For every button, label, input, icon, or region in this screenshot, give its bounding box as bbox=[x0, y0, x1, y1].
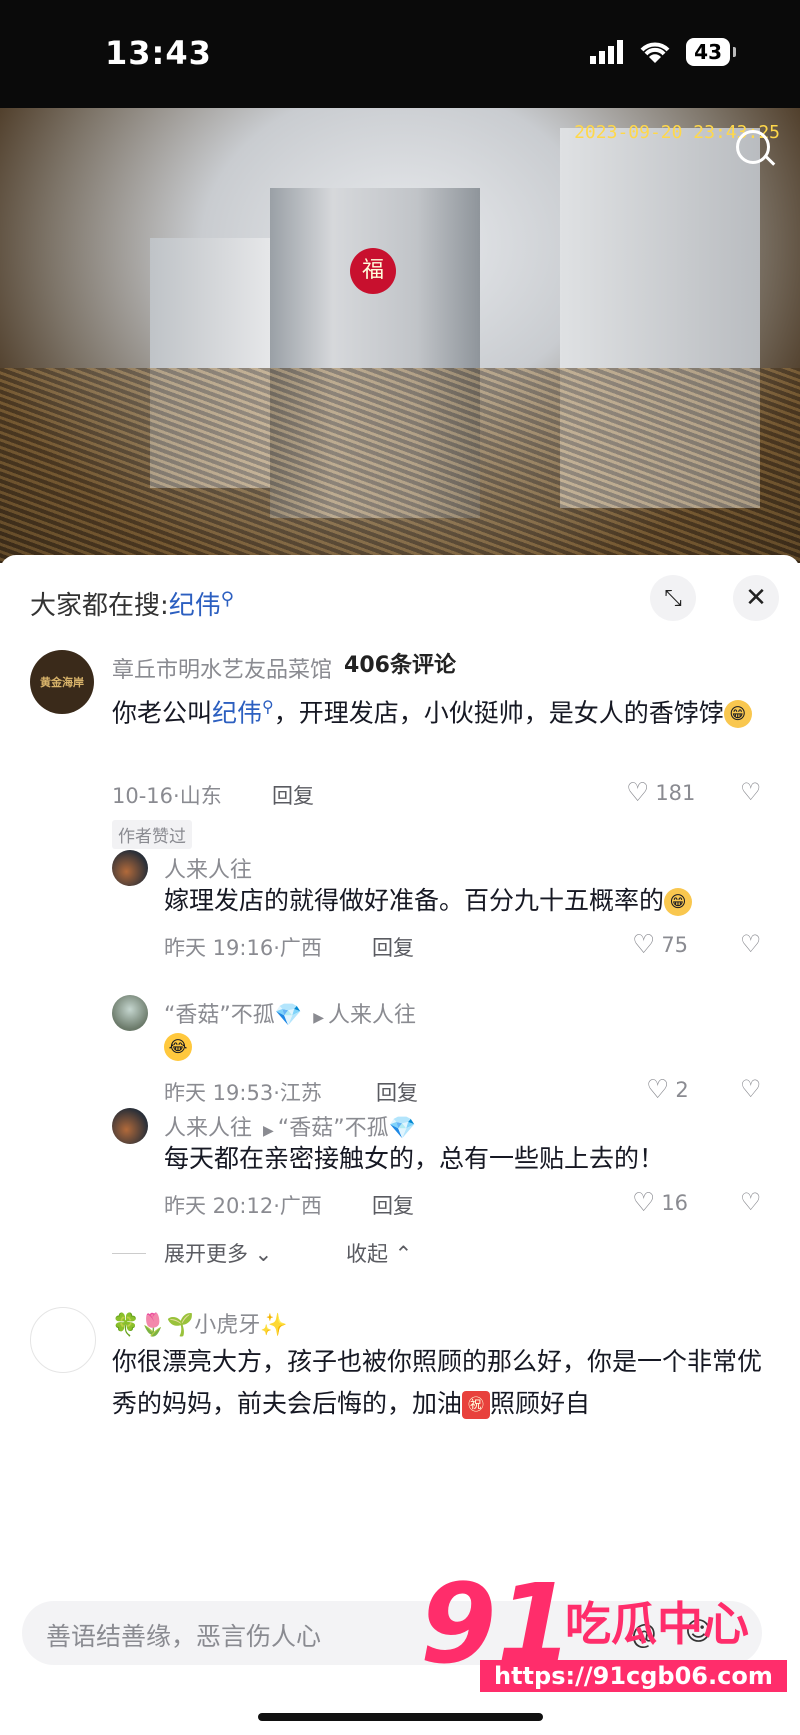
watermark-url: https://91cgb06.com bbox=[480, 1660, 787, 1692]
heart-icon: ♡ bbox=[632, 930, 656, 960]
reply-arrow-icon: ▶ bbox=[263, 1123, 274, 1139]
comment-sheet: 大家都在搜:纪伟⚲ ⤡ ✕ 406条评论 黄金海岸 章丘市明水艺友品菜馆 你老公… bbox=[0, 555, 800, 1735]
reply-text-part: 嫁理发店的就得做好准备。百分九十五概率的 bbox=[164, 886, 665, 915]
avatar[interactable] bbox=[112, 995, 148, 1031]
fu-decoration: 福 bbox=[350, 248, 396, 294]
like-button[interactable]: ♡ 16 bbox=[632, 1188, 688, 1218]
reply-button[interactable]: 回复 bbox=[272, 780, 314, 810]
expand-icon: ⤡ bbox=[664, 585, 682, 611]
search-small-icon: ⚲ bbox=[220, 588, 234, 610]
status-time: 13:43 bbox=[105, 34, 212, 72]
wifi-icon bbox=[640, 42, 670, 63]
reply-button[interactable]: 回复 bbox=[372, 932, 414, 962]
flower-icon: 🌷 bbox=[139, 1313, 167, 1338]
search-icon[interactable] bbox=[736, 130, 770, 164]
thread-divider bbox=[112, 1253, 146, 1254]
comment-text-part: ，开理发店，小伙挺帅，是女人的香饽饽 bbox=[273, 698, 724, 728]
status-bar: 13:43 43 bbox=[0, 0, 800, 108]
reply-text: 每天都在亲密接触女的，总有一些贴上去的！ bbox=[164, 1144, 665, 1173]
collapse-button[interactable]: 收起 ⌃ bbox=[346, 1238, 412, 1268]
dislike-icon[interactable]: ♡ bbox=[740, 778, 762, 806]
comment-author[interactable]: 小虎牙 bbox=[194, 1313, 260, 1338]
dislike-icon[interactable]: ♡ bbox=[740, 1188, 762, 1216]
avatar[interactable]: 黄金海岸 bbox=[30, 650, 94, 714]
comment-meta: 10-16·山东 bbox=[112, 784, 222, 808]
sparkle-icon: ✨ bbox=[260, 1313, 288, 1338]
comment-text: 你很漂亮大方，孩子也被你照顾的那么好，你是一个非常优秀的妈妈，前夫会后悔的，加油… bbox=[112, 1341, 762, 1425]
like-button[interactable]: ♡ 181 bbox=[626, 778, 695, 808]
avatar[interactable] bbox=[112, 850, 148, 886]
clover-icon: 🍀 bbox=[112, 1313, 140, 1338]
comment-keyword-link[interactable]: 纪伟 bbox=[212, 698, 262, 727]
comment-text-part: 照顾好自 bbox=[490, 1389, 591, 1418]
comment-text-part: 你老公叫 bbox=[112, 698, 213, 728]
battery-indicator: 43 bbox=[686, 38, 736, 66]
red-envelope-emoji-icon: ㊗ bbox=[462, 1391, 491, 1419]
video-scene-straw bbox=[0, 368, 800, 563]
status-icons: 43 bbox=[590, 38, 736, 66]
reply-meta: 昨天 19:16·广西 bbox=[164, 936, 322, 960]
chevron-up-icon: ⌃ bbox=[388, 1242, 413, 1266]
hot-search-prefix: 大家都在搜: bbox=[30, 591, 169, 621]
expand-button[interactable]: ⤡ bbox=[650, 575, 696, 621]
like-count: 181 bbox=[655, 781, 696, 805]
reply-text: 😂 bbox=[164, 1025, 192, 1067]
comment-header: 🍀🌷🌱小虎牙✨ bbox=[112, 1307, 288, 1339]
like-button[interactable]: ♡ 75 bbox=[632, 930, 688, 960]
reply-arrow-icon: ▶ bbox=[313, 1010, 324, 1026]
dislike-icon[interactable]: ♡ bbox=[740, 930, 762, 958]
reply-to[interactable]: 人来人往 bbox=[328, 1003, 416, 1028]
hot-search[interactable]: 大家都在搜:纪伟⚲ bbox=[30, 585, 234, 622]
chevron-down-icon: ⌄ bbox=[248, 1242, 273, 1266]
search-small-icon: ⚲ bbox=[262, 697, 274, 716]
collapse-label: 收起 bbox=[346, 1242, 388, 1266]
grin-emoji-icon: 😁 bbox=[664, 888, 693, 916]
laugh-cry-emoji-icon: 😂 bbox=[164, 1033, 192, 1061]
heart-icon: ♡ bbox=[632, 1188, 656, 1218]
like-button[interactable]: ♡ 2 bbox=[646, 1075, 689, 1105]
author-liked-badge: 作者赞过 bbox=[112, 820, 192, 849]
reply-button[interactable]: 回复 bbox=[376, 1077, 418, 1107]
watermark-name: 吃瓜中心 bbox=[565, 1597, 749, 1651]
home-indicator bbox=[258, 1713, 543, 1721]
avatar-label: 黄金海岸 bbox=[40, 676, 84, 689]
watermark-logo: 91 吃瓜中心 https://91cgb06.com bbox=[420, 1560, 787, 1710]
close-icon: ✕ bbox=[745, 583, 767, 613]
expand-more-button[interactable]: 展开更多 ⌄ bbox=[164, 1238, 272, 1268]
expand-more-label: 展开更多 bbox=[164, 1242, 248, 1266]
plant-icon: 🌱 bbox=[166, 1313, 195, 1338]
reply-meta: 昨天 19:53·江苏 bbox=[164, 1081, 322, 1105]
reply-header: “香菇”不孤💎 ▶ 人来人往 bbox=[164, 997, 416, 1029]
video-player[interactable]: 福 2023-09-20 23:43:25 bbox=[0, 108, 800, 563]
like-count: 2 bbox=[675, 1078, 689, 1102]
close-button[interactable]: ✕ bbox=[733, 575, 779, 621]
reply-meta: 昨天 20:12·广西 bbox=[164, 1194, 322, 1218]
like-count: 75 bbox=[661, 933, 689, 957]
comment-text: 你老公叫纪伟⚲，开理发店，小伙挺帅，是女人的香饽饽 😁 bbox=[112, 686, 762, 734]
reply-button[interactable]: 回复 bbox=[372, 1190, 414, 1220]
comment-input-placeholder: 善语结善缘，恶言伤人心 bbox=[46, 1622, 322, 1651]
like-count: 16 bbox=[661, 1191, 689, 1215]
heart-icon: ♡ bbox=[646, 1075, 670, 1105]
avatar[interactable] bbox=[30, 1307, 96, 1373]
reply-text: 嫁理发店的就得做好准备。百分九十五概率的 😁 bbox=[164, 880, 764, 922]
comment-author[interactable]: 章丘市明水艺友品菜馆 bbox=[112, 652, 332, 684]
avatar[interactable] bbox=[112, 1108, 148, 1144]
heart-icon: ♡ bbox=[626, 778, 650, 808]
dislike-icon[interactable]: ♡ bbox=[740, 1075, 762, 1103]
grin-emoji-icon: 😁 bbox=[723, 700, 752, 729]
signal-icon bbox=[590, 40, 624, 64]
comment-text-part: 你很漂亮大方，孩子也被你照顾的那么好，你是一个非常优秀的妈妈，前夫会后悔的，加油 bbox=[112, 1347, 763, 1418]
diamond-icon: 💎 bbox=[274, 1003, 303, 1028]
hot-search-keyword[interactable]: 纪伟 bbox=[169, 591, 221, 621]
